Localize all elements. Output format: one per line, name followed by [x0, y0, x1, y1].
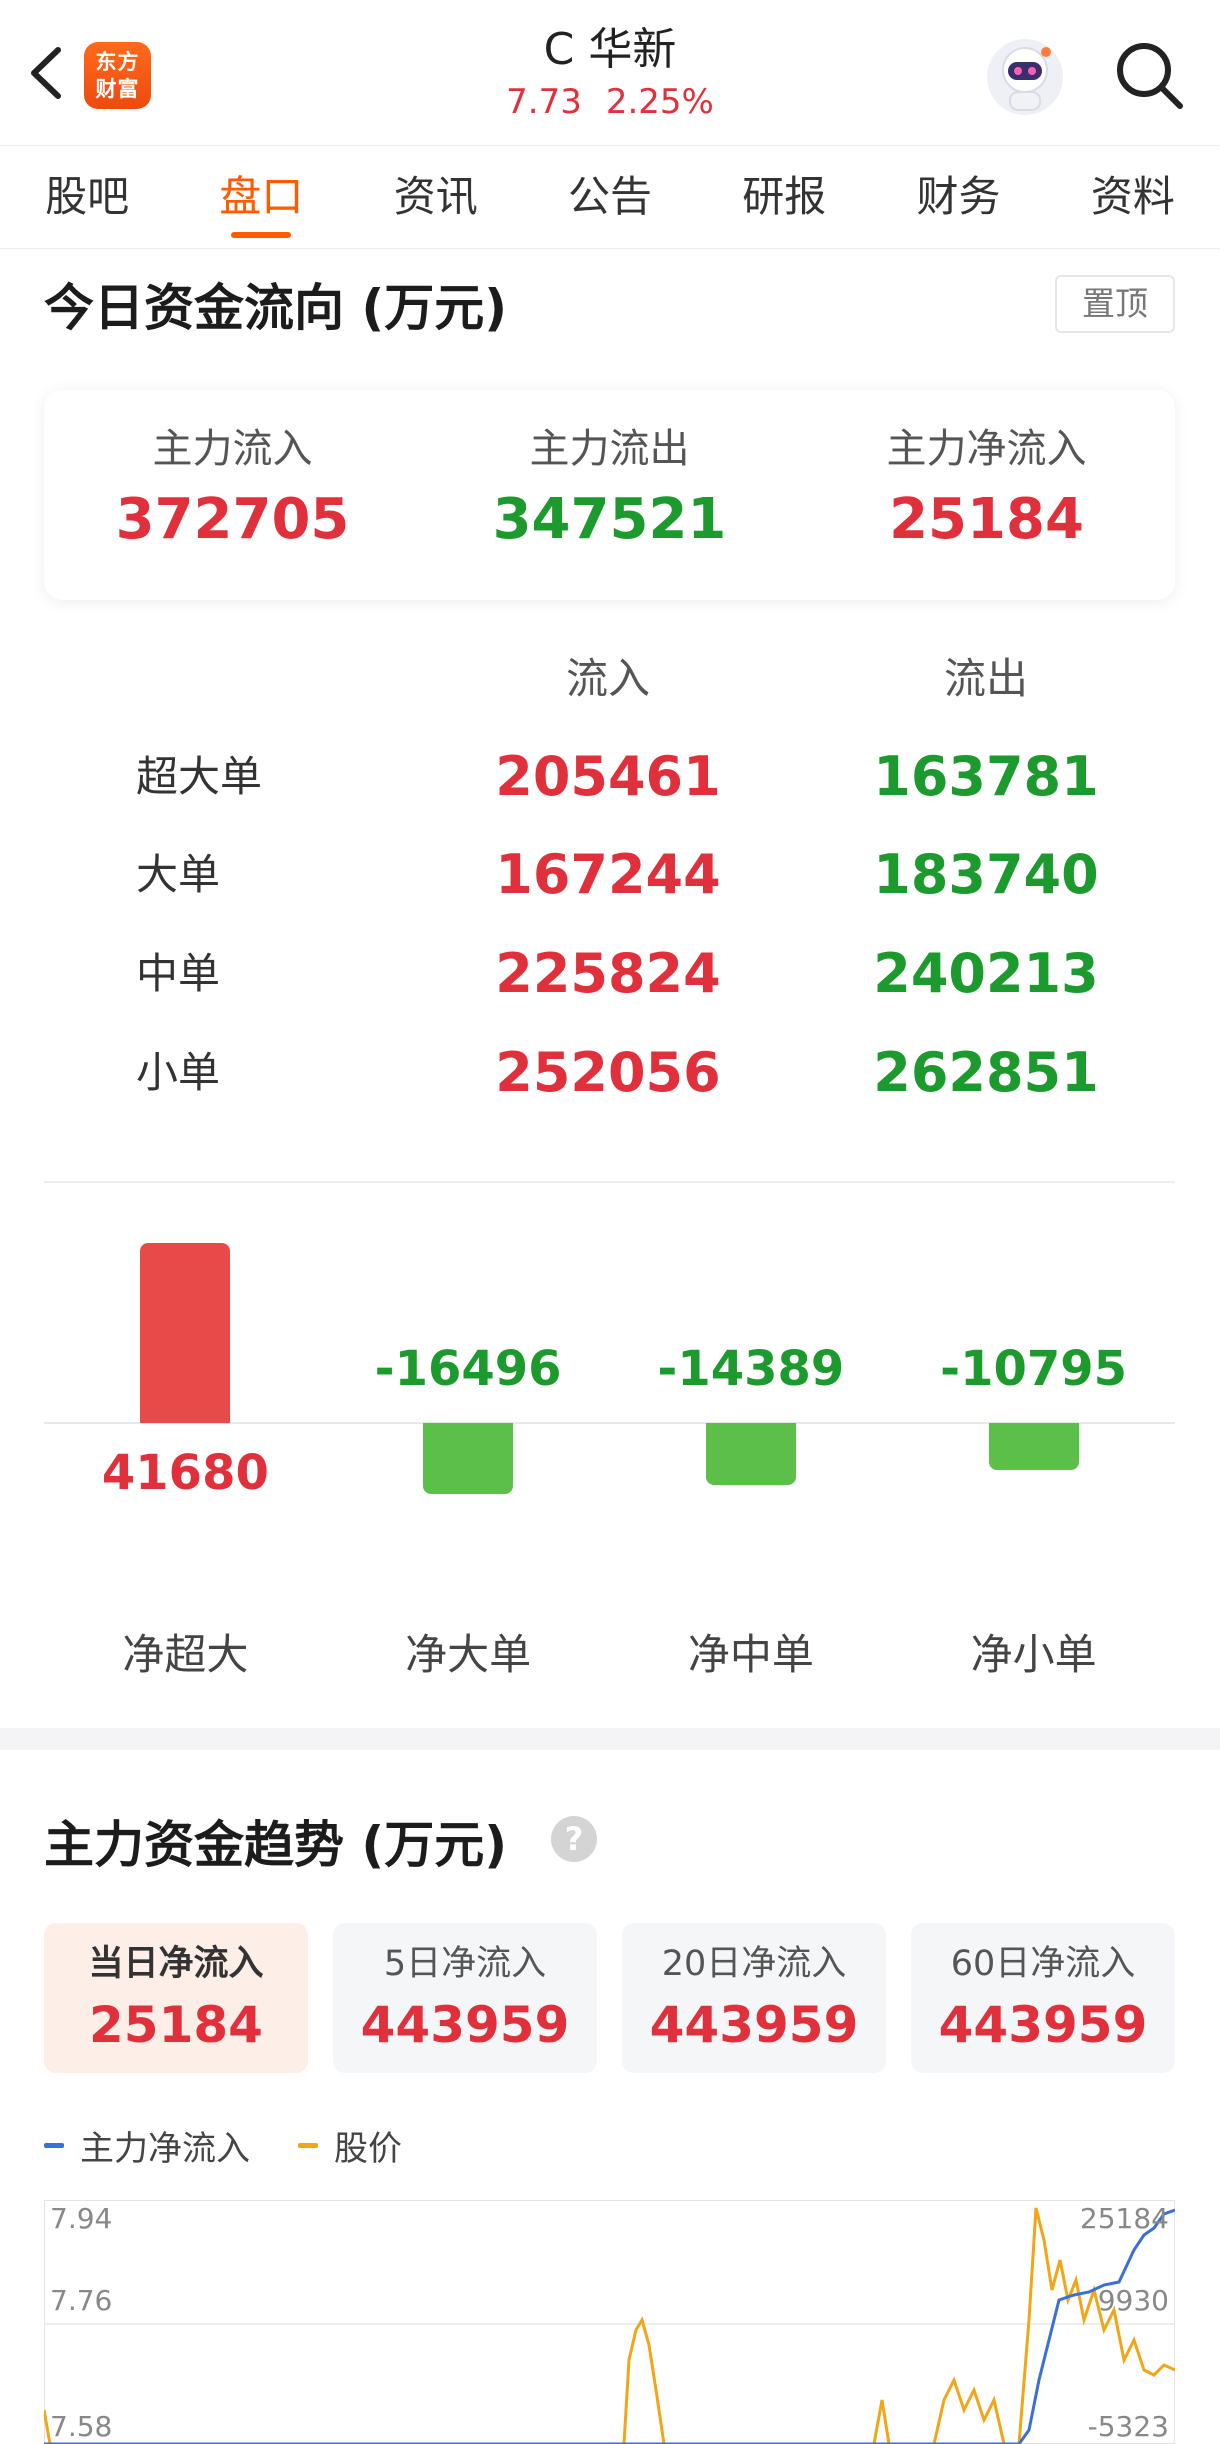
tab-bar: 股吧 盘口 资讯 公告 研报 财务 资料 — [0, 145, 1220, 249]
price-line: 7.73 2.25% — [360, 80, 860, 124]
legend-label: 股价 — [334, 2128, 402, 2169]
legend-swatch — [44, 2142, 64, 2148]
period-label: 5日净流入 — [383, 1944, 547, 1984]
bar-value-label: -16496 — [374, 1341, 562, 1397]
stock-price: 7.73 — [506, 82, 582, 122]
pin-to-top-button[interactable]: 置顶 — [1055, 275, 1175, 333]
tab-finance[interactable]: 财务 — [871, 146, 1045, 248]
bar-category-label: 净中单 — [687, 1630, 814, 1679]
inflow-value: 167244 — [495, 843, 721, 906]
period-tab-today[interactable]: 当日净流入 25184 — [44, 1923, 308, 2073]
period-label: 20日净流入 — [661, 1944, 847, 1984]
summary-main-outflow: 主力流出 347521 — [421, 390, 798, 600]
outflow-value: 240213 — [873, 942, 1099, 1005]
bar-1 — [423, 1423, 514, 1495]
capital-flow-title: 今日资金流向 (万元) — [44, 279, 508, 337]
inflow-value: 205461 — [495, 745, 721, 808]
y-left-tick: 7.94 — [50, 2202, 112, 2235]
period-label: 当日净流入 — [88, 1944, 264, 1984]
app-logo[interactable]: 东方 财富 — [84, 42, 151, 109]
summary-value: 347521 — [492, 487, 727, 552]
legend-swatch — [298, 2142, 318, 2148]
tab-pankou[interactable]: 盘口 — [174, 146, 348, 248]
logo-text-top: 东方 — [95, 50, 140, 74]
bar-2 — [705, 1423, 796, 1486]
tab-guba[interactable]: 股吧 — [0, 146, 174, 248]
net-flow-bar-chart: 41680 净超大 -16496 净大单 -14389 净中单 -10795 净小单 — [44, 1185, 1175, 1705]
stock-title: C 华新 7.73 2.25% — [360, 20, 860, 124]
y-right-tick: 9930 — [1098, 2284, 1169, 2317]
inflow-value: 252056 — [495, 1041, 721, 1104]
summary-label: 主力流出 — [529, 426, 690, 472]
divider — [44, 1181, 1175, 1183]
y-right-tick: 25184 — [1080, 2202, 1169, 2235]
capital-trend-title: 主力资金趋势 (万元) — [44, 1816, 508, 1874]
y-right-tick: -5323 — [1088, 2410, 1169, 2443]
bar-category-label: 净小单 — [970, 1630, 1097, 1679]
logo-text-bottom: 财富 — [95, 77, 140, 101]
summary-label: 主力流入 — [152, 426, 313, 472]
table-row: 小单 252056 262851 — [0, 1024, 1220, 1122]
outflow-value: 262851 — [873, 1041, 1099, 1104]
section-separator — [0, 1728, 1220, 1750]
outflow-value: 183740 — [873, 843, 1099, 906]
table-row: 大单 167244 183740 — [0, 826, 1220, 924]
column-header-inflow: 流入 — [565, 654, 650, 703]
capital-summary-card: 主力流入 372705 主力流出 347521 主力净流入 25184 — [44, 390, 1175, 600]
y-left-tick: 7.58 — [50, 2410, 112, 2443]
question-icon[interactable]: ? — [551, 1816, 597, 1862]
tab-news[interactable]: 资讯 — [349, 146, 523, 248]
chart-frame — [44, 2200, 1175, 2444]
period-value: 443959 — [938, 1996, 1148, 2054]
tab-research[interactable]: 研报 — [697, 146, 871, 248]
table-row: 中单 225824 240213 — [0, 925, 1220, 1023]
summary-main-inflow: 主力流入 372705 — [44, 390, 421, 600]
summary-label: 主力净流入 — [886, 426, 1087, 472]
row-label: 大单 — [136, 850, 221, 899]
period-tab-5d[interactable]: 5日净流入 443959 — [333, 1923, 597, 2073]
outflow-value: 163781 — [873, 745, 1099, 808]
bar-category-label: 净超大 — [122, 1630, 249, 1679]
robot-assistant-icon[interactable] — [984, 36, 1066, 118]
trend-line-chart: 7.94 7.76 7.58 25184 9930 -5323 — [44, 2200, 1175, 2444]
trend-legend: 主力净流入 股价 — [44, 2120, 450, 2170]
summary-value: 372705 — [115, 487, 350, 552]
back-arrow-icon[interactable] — [18, 38, 78, 108]
bar-value-label: 41680 — [101, 1445, 269, 1501]
summary-value: 25184 — [889, 487, 1084, 552]
legend-label: 主力净流入 — [80, 2128, 250, 2169]
bar-category-label: 净大单 — [405, 1630, 532, 1679]
bar-value-label: -10795 — [940, 1341, 1128, 1397]
tab-announcements[interactable]: 公告 — [523, 146, 697, 248]
inflow-value: 225824 — [495, 942, 721, 1005]
period-tab-20d[interactable]: 20日净流入 443959 — [622, 1923, 886, 2073]
stock-name: C 华新 — [543, 24, 677, 75]
y-left-tick: 7.76 — [50, 2284, 112, 2317]
row-label: 超大单 — [136, 752, 263, 801]
stock-change: 2.25% — [605, 82, 714, 122]
column-header-outflow: 流出 — [943, 654, 1028, 703]
bar-0 — [140, 1243, 231, 1423]
tab-profile[interactable]: 资料 — [1046, 146, 1220, 248]
period-value: 443959 — [360, 1996, 570, 2054]
search-icon[interactable] — [1110, 36, 1190, 116]
table-row: 超大单 205461 163781 — [0, 728, 1220, 826]
period-label: 60日净流入 — [950, 1944, 1136, 1984]
row-label: 小单 — [136, 1048, 221, 1097]
header-bar: 东方 财富 C 华新 7.73 2.25% — [0, 0, 1220, 145]
period-value: 25184 — [89, 1996, 263, 2054]
legend-item-price: 股价 — [298, 2121, 402, 2170]
bar-3 — [988, 1423, 1079, 1470]
period-value: 443959 — [649, 1996, 859, 2054]
period-tab-60d[interactable]: 60日净流入 443959 — [911, 1923, 1175, 2073]
legend-item-net-inflow: 主力净流入 — [44, 2121, 250, 2170]
row-label: 中单 — [136, 949, 221, 998]
bar-value-label: -14389 — [657, 1341, 845, 1397]
summary-main-net-inflow: 主力净流入 25184 — [798, 390, 1175, 600]
